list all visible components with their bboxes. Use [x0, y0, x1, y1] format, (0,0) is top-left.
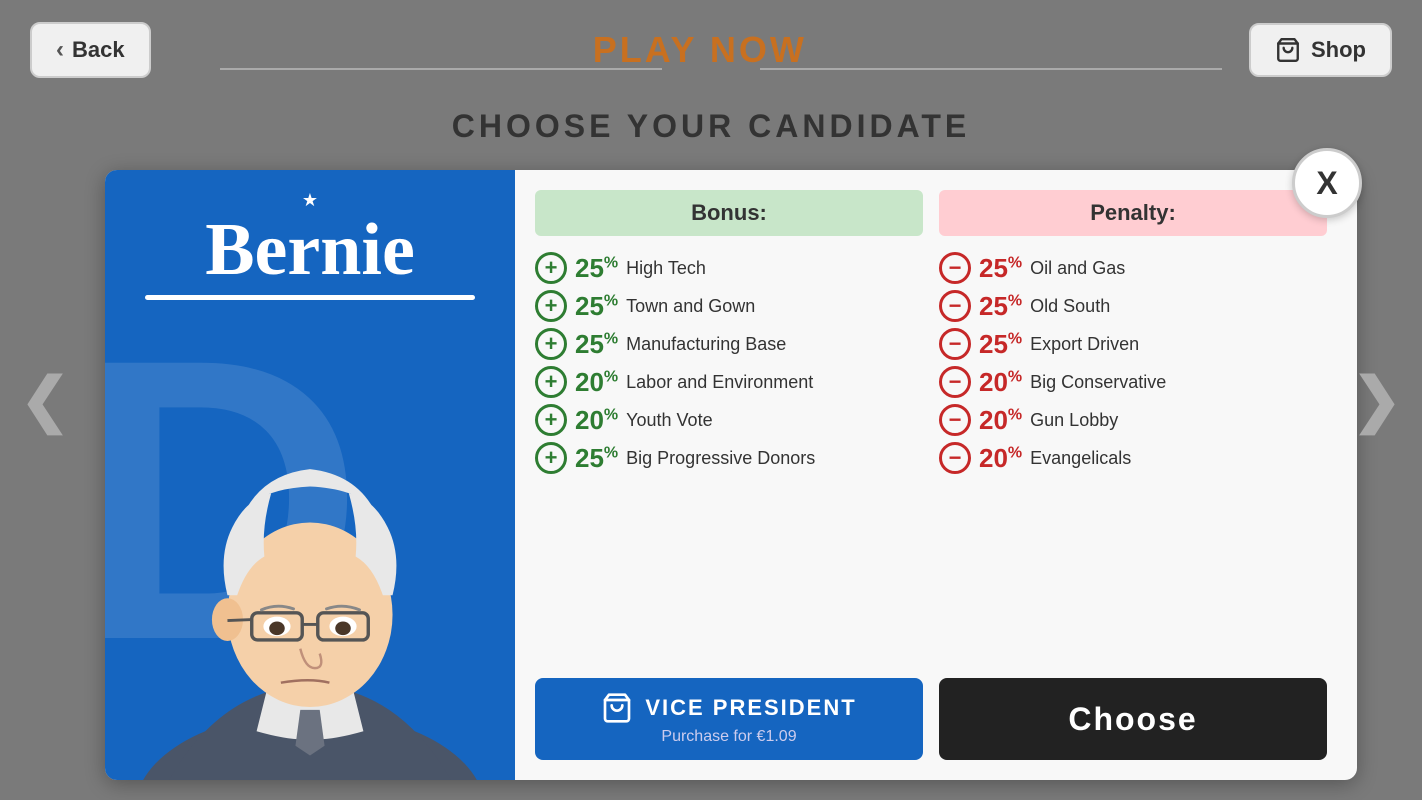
- bottom-buttons: VICE PRESIDENT Purchase for €1.09 Choose: [535, 678, 1327, 760]
- vp-title: VICE PRESIDENT: [645, 695, 856, 721]
- bonus-label-1: Town and Gown: [626, 296, 755, 317]
- penalty-percent-2: 25%: [979, 329, 1022, 360]
- vp-button[interactable]: VICE PRESIDENT Purchase for €1.09: [535, 678, 923, 760]
- penalty-item-1: − 25% Old South: [939, 290, 1327, 322]
- plus-icon-5: +: [535, 442, 567, 474]
- penalty-label-1: Old South: [1030, 296, 1110, 317]
- table-row: + 25% High Tech − 25% Oil and Gas: [535, 252, 1327, 284]
- nav-arrow-right[interactable]: ❯: [1352, 365, 1402, 435]
- candidate-panel: D ★ Bernie: [105, 170, 515, 780]
- bonus-item-5: + 25% Big Progressive Donors: [535, 442, 923, 474]
- candidate-name: Bernie: [105, 213, 515, 287]
- table-row: + 25% Town and Gown − 25% Old South: [535, 290, 1327, 322]
- plus-icon-1: +: [535, 290, 567, 322]
- back-button[interactable]: ‹ Back: [30, 22, 151, 78]
- plus-icon-3: +: [535, 366, 567, 398]
- bernie-illustration: [105, 304, 515, 780]
- bonus-item-1: + 25% Town and Gown: [535, 290, 923, 322]
- penalty-percent-1: 25%: [979, 291, 1022, 322]
- bonus-percent-4: 20%: [575, 405, 618, 436]
- candidate-card: D ★ Bernie: [105, 170, 1357, 780]
- bonus-label-3: Labor and Environment: [626, 372, 813, 393]
- bonus-percent-1: 25%: [575, 291, 618, 322]
- stats-panel: Bonus: Penalty: + 25% High Tech − 25% Oi…: [515, 170, 1357, 780]
- minus-icon-1: −: [939, 290, 971, 322]
- plus-icon-0: +: [535, 252, 567, 284]
- vp-cart-icon: [601, 692, 633, 724]
- bonus-item-0: + 25% High Tech: [535, 252, 923, 284]
- minus-icon-2: −: [939, 328, 971, 360]
- penalty-percent-5: 20%: [979, 443, 1022, 474]
- plus-icon-4: +: [535, 404, 567, 436]
- bonus-label-4: Youth Vote: [626, 410, 712, 431]
- vp-subtitle: Purchase for €1.09: [661, 728, 796, 746]
- penalty-label-5: Evangelicals: [1030, 448, 1131, 469]
- table-row: + 25% Manufacturing Base − 25% Export Dr…: [535, 328, 1327, 360]
- penalty-percent-3: 20%: [979, 367, 1022, 398]
- table-row: + 20% Labor and Environment − 20% Big Co…: [535, 366, 1327, 398]
- play-now-title: PLAY NOW: [151, 29, 1249, 71]
- name-underline: [145, 295, 475, 300]
- penalty-percent-4: 20%: [979, 405, 1022, 436]
- shop-button[interactable]: Shop: [1249, 23, 1392, 77]
- penalty-item-5: − 20% Evangelicals: [939, 442, 1327, 474]
- table-row: + 20% Youth Vote − 20% Gun Lobby: [535, 404, 1327, 436]
- bonus-percent-0: 25%: [575, 253, 618, 284]
- penalty-label-0: Oil and Gas: [1030, 258, 1125, 279]
- bonus-header: Bonus:: [535, 190, 923, 236]
- minus-icon-0: −: [939, 252, 971, 284]
- bonus-item-4: + 20% Youth Vote: [535, 404, 923, 436]
- penalty-label-3: Big Conservative: [1030, 372, 1166, 393]
- bonus-label-0: High Tech: [626, 258, 706, 279]
- back-chevron-icon: ‹: [56, 36, 64, 64]
- nav-arrow-left[interactable]: ❮: [20, 365, 70, 435]
- penalty-item-2: − 25% Export Driven: [939, 328, 1327, 360]
- bonus-percent-2: 25%: [575, 329, 618, 360]
- minus-icon-5: −: [939, 442, 971, 474]
- candidate-star: ★: [105, 190, 515, 211]
- minus-icon-3: −: [939, 366, 971, 398]
- penalty-percent-0: 25%: [979, 253, 1022, 284]
- penalty-item-4: − 20% Gun Lobby: [939, 404, 1327, 436]
- shop-label: Shop: [1311, 37, 1366, 63]
- bonus-percent-5: 25%: [575, 443, 618, 474]
- cart-icon: [1275, 37, 1301, 63]
- main-heading: CHOOSE YOUR CANDIDATE: [0, 108, 1422, 145]
- close-button[interactable]: X: [1292, 148, 1362, 218]
- penalty-item-3: − 20% Big Conservative: [939, 366, 1327, 398]
- penalty-header: Penalty:: [939, 190, 1327, 236]
- minus-icon-4: −: [939, 404, 971, 436]
- bonus-percent-3: 20%: [575, 367, 618, 398]
- bonus-item-3: + 20% Labor and Environment: [535, 366, 923, 398]
- bonus-label-2: Manufacturing Base: [626, 334, 786, 355]
- top-bar: ‹ Back PLAY NOW Shop: [0, 0, 1422, 100]
- headers-row: Bonus: Penalty:: [535, 190, 1327, 236]
- choose-button[interactable]: Choose: [939, 678, 1327, 760]
- penalty-item-0: − 25% Oil and Gas: [939, 252, 1327, 284]
- table-row: + 25% Big Progressive Donors − 20% Evang…: [535, 442, 1327, 474]
- bonus-label-5: Big Progressive Donors: [626, 448, 815, 469]
- penalty-label-4: Gun Lobby: [1030, 410, 1118, 431]
- stats-rows: + 25% High Tech − 25% Oil and Gas + 25% …: [535, 252, 1327, 658]
- penalty-label-2: Export Driven: [1030, 334, 1139, 355]
- back-label: Back: [72, 37, 125, 63]
- vp-button-inner: VICE PRESIDENT: [601, 692, 856, 724]
- bonus-item-2: + 25% Manufacturing Base: [535, 328, 923, 360]
- plus-icon-2: +: [535, 328, 567, 360]
